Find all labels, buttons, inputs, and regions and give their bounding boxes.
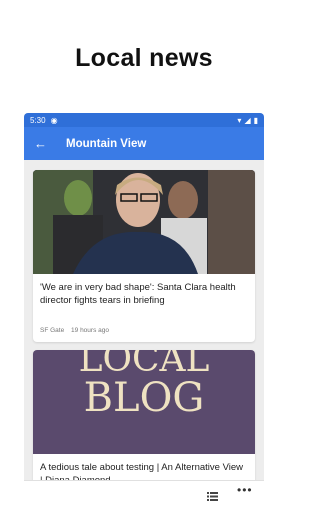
article-card[interactable]: 'We are in very bad shape': Santa Clara … xyxy=(33,170,255,342)
more-options-icon[interactable]: ••• xyxy=(237,483,253,497)
back-arrow-icon[interactable]: ← xyxy=(34,136,56,151)
article-image xyxy=(33,170,255,274)
battery-icon: ▮ xyxy=(253,115,258,125)
status-bar: 5:30 ◉ ▾ ◢ ▮ xyxy=(24,113,264,127)
status-time: 5:30 xyxy=(30,115,46,125)
bottom-bar: ••• xyxy=(24,480,264,512)
article-image: LOCAL BLOG xyxy=(33,350,255,454)
article-source: SF Gate xyxy=(40,327,65,334)
article-meta: SF Gate 19 hours ago xyxy=(33,327,121,334)
image-text-line: BLOG xyxy=(83,375,205,421)
phone-screen: 5:30 ◉ ▾ ◢ ▮ ← Mountain View 'We are in … xyxy=(24,113,264,512)
image-text-line: LOCAL xyxy=(78,350,210,380)
appbar-title: Mountain View xyxy=(66,137,147,150)
wifi-icon: ▾ xyxy=(237,115,242,125)
article-time: 19 hours ago xyxy=(71,327,109,334)
list-view-icon[interactable] xyxy=(207,492,218,501)
app-bar: ← Mountain View xyxy=(24,127,264,160)
article-headline[interactable]: 'We are in very bad shape': Santa Clara … xyxy=(33,274,255,307)
article-card[interactable]: LOCAL BLOG A tedious tale about testing … xyxy=(33,350,255,500)
signal-icon: ◢ xyxy=(244,115,251,125)
promo-title: Local news xyxy=(75,44,213,72)
notification-icon: ◉ xyxy=(50,115,58,125)
